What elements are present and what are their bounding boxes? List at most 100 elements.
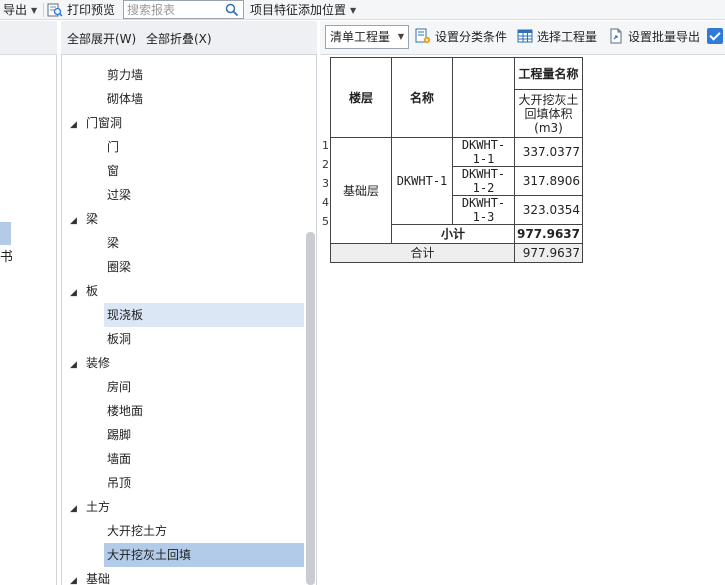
select-quantity-button[interactable]: 选择工程量	[517, 26, 597, 48]
tree-item-label: 砌体墙	[107, 92, 144, 106]
tree-item-label: 大开挖土方	[107, 524, 168, 538]
batch-export-icon	[610, 28, 622, 44]
left-panel-selected-item[interactable]	[0, 222, 11, 245]
cell-floor[interactable]: 基础层	[330, 137, 392, 244]
cell-value[interactable]: 337.0377	[513, 137, 584, 167]
tree-item[interactable]: 墙面	[104, 447, 304, 471]
tree-item-label: 窗	[107, 164, 120, 178]
cell-code[interactable]: DKWHT-1-2	[452, 166, 515, 196]
tree-group[interactable]: ◢ 基础	[70, 567, 110, 585]
left-panel-item-label[interactable]: 书	[0, 249, 12, 267]
header-quantity-column[interactable]: 大开挖灰土回填体积(m3)	[513, 89, 584, 138]
tree-item-label: 大开挖灰土回填	[107, 548, 192, 562]
tree-item-label: 房间	[107, 380, 132, 394]
tree-item-label: 板	[86, 284, 99, 298]
cell-code[interactable]: DKWHT-1-3	[452, 195, 515, 225]
chevron-down-icon: ▼	[350, 6, 357, 15]
classify-settings-icon	[415, 28, 431, 44]
tree-item-label: 装修	[86, 356, 111, 370]
collapse-all-button[interactable]: 全部折叠(X)	[146, 30, 212, 48]
feature-position-label: 项目特征添加位置	[250, 3, 347, 17]
left-category-panel	[0, 21, 57, 585]
tree-item-label: 剪力墙	[107, 68, 144, 82]
tree-item-label: 梁	[86, 212, 99, 226]
tree-item[interactable]: 过梁	[104, 183, 304, 207]
print-preview-icon[interactable]	[47, 2, 63, 18]
header-quantity-name[interactable]: 工程量名称	[513, 57, 584, 90]
tree-item-label: 楼地面	[107, 404, 144, 418]
quantity-type-value: 清单工程量	[330, 30, 391, 44]
collapse-toggle-icon[interactable]: ◢	[70, 209, 86, 233]
set-batch-export-button[interactable]: 设置批量导出	[608, 26, 700, 48]
left-panel-header	[0, 21, 57, 55]
table-grid-icon	[517, 29, 533, 43]
tree-scrollbar[interactable]	[306, 232, 315, 585]
cell-code[interactable]: DKWHT-1-1	[452, 137, 515, 167]
tree-item-label: 现浇板	[107, 308, 144, 322]
select-quantity-label: 选择工程量	[537, 30, 598, 44]
tree-item[interactable]: 吊顶	[104, 471, 304, 495]
tree-item[interactable]: 砌体墙	[104, 87, 304, 111]
tree-group[interactable]: ◢ 板	[70, 279, 98, 303]
toolbar-divider	[43, 3, 44, 17]
cell-value[interactable]: 317.8906	[513, 166, 584, 196]
tree-item[interactable]: 楼地面	[104, 399, 304, 423]
tree-item[interactable]: 板洞	[104, 327, 304, 351]
export-label: 导出	[3, 3, 28, 17]
tree-group[interactable]: ◢ 门窗洞	[70, 111, 122, 135]
report-search-input[interactable]	[124, 1, 220, 18]
tree-item-label: 过梁	[107, 188, 132, 202]
collapse-toggle-icon[interactable]: ◢	[70, 113, 86, 137]
tree-item-label: 土方	[86, 500, 111, 514]
chevron-down-icon: ▼	[31, 6, 38, 15]
search-icon[interactable]	[225, 3, 239, 17]
cell-value[interactable]: 323.0354	[513, 195, 584, 225]
subtotal-label[interactable]: 小计	[391, 224, 515, 244]
total-label[interactable]: 合计	[330, 243, 515, 263]
tree-group[interactable]: ◢ 梁	[70, 207, 98, 231]
tree-item-label: 梁	[107, 236, 120, 250]
tree-item-label: 基础	[86, 572, 111, 585]
header-blank	[452, 57, 515, 138]
tree-item[interactable]: 剪力墙	[104, 63, 304, 87]
tree-item-label: 吊顶	[107, 476, 132, 490]
tree-item-label: 踢脚	[107, 428, 132, 442]
feature-position-dropdown[interactable]: 项目特征添加位置 ▼	[250, 1, 356, 19]
total-value[interactable]: 977.9637	[513, 243, 584, 263]
expand-all-button[interactable]: 全部展开(W)	[67, 30, 136, 48]
tree-item[interactable]: 门	[104, 135, 304, 159]
set-batch-export-label: 设置批量导出	[628, 30, 701, 44]
tree-item-label: 门窗洞	[86, 116, 123, 130]
collapse-toggle-icon[interactable]: ◢	[70, 497, 86, 521]
collapse-toggle-icon[interactable]: ◢	[70, 281, 86, 305]
tree-item[interactable]: 窗	[104, 159, 304, 183]
print-preview-button[interactable]: 打印预览	[67, 1, 115, 19]
chevron-down-icon: ▼	[397, 32, 404, 41]
tree-group[interactable]: ◢ 土方	[70, 495, 110, 519]
set-classify-label: 设置分类条件	[435, 30, 508, 44]
tree-item-label: 门	[107, 140, 120, 154]
quantity-type-select[interactable]: 清单工程量 ▼	[325, 25, 409, 49]
tree-item-label: 墙面	[107, 452, 132, 466]
tree-item[interactable]: 梁	[104, 231, 304, 255]
tree-item[interactable]: 圈梁	[104, 255, 304, 279]
tree-group[interactable]: ◢ 装修	[70, 351, 110, 375]
header-floor[interactable]: 楼层	[330, 57, 392, 138]
collapse-toggle-icon[interactable]: ◢	[70, 569, 86, 585]
report-search-box[interactable]	[123, 0, 244, 19]
quantity-report-table: 楼层 名称 工程量名称 大开挖灰土回填体积(m3) 基础层 DKWHT-1 DK…	[330, 57, 584, 263]
tree-item[interactable]: 大开挖灰土回填	[104, 543, 304, 567]
tree-item[interactable]: 踢脚	[104, 423, 304, 447]
tree-item[interactable]: 大开挖土方	[104, 519, 304, 543]
component-tree: 剪力墙 砌体墙 ◢ 门窗洞门窗过梁 ◢ 梁梁圈梁 ◢ 板现浇板 板洞 ◢ 装修 房间 楼地面 踢脚 墙面 吊顶…	[63, 63, 307, 585]
tree-item-label: 板洞	[107, 332, 132, 346]
set-classify-condition-button[interactable]: 设置分类条件	[415, 26, 507, 48]
collapse-toggle-icon[interactable]: ◢	[70, 353, 86, 377]
header-name[interactable]: 名称	[391, 57, 453, 138]
cell-name[interactable]: DKWHT-1	[391, 137, 453, 225]
batch-export-checkbox[interactable]	[707, 28, 723, 44]
subtotal-value[interactable]: 977.9637	[513, 224, 584, 244]
export-button[interactable]: 导出 ▼	[3, 1, 37, 19]
tree-item[interactable]: 房间	[104, 375, 304, 399]
tree-item[interactable]: 现浇板	[104, 303, 304, 327]
